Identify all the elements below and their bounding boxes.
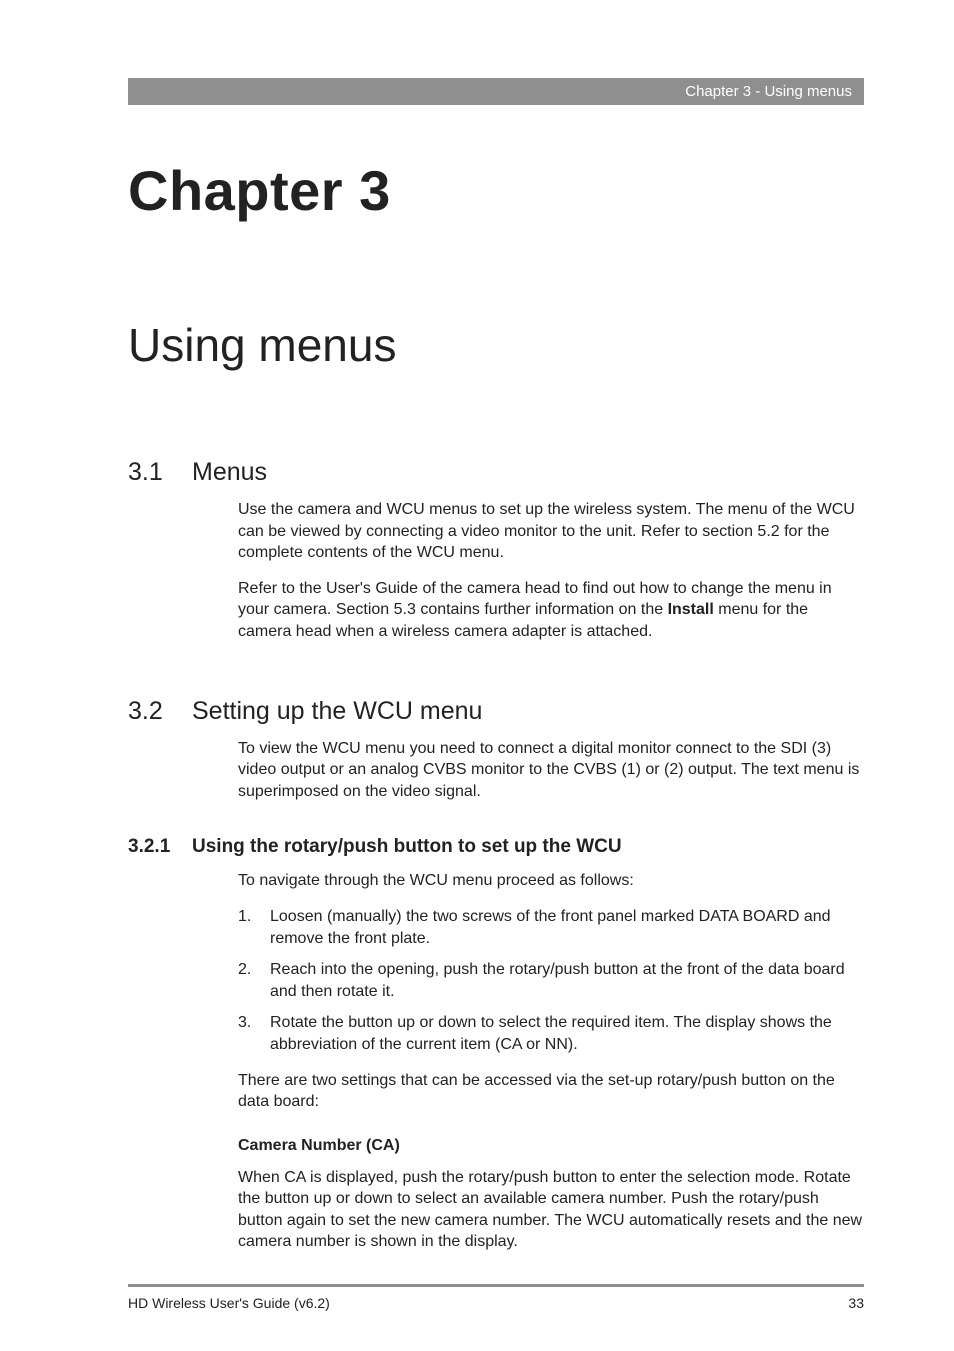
paragraph: To view the WCU menu you need to connect… — [238, 738, 864, 803]
section-number: 3.1 — [128, 458, 192, 487]
section-number: 3.2 — [128, 697, 192, 726]
subsection-body: To navigate through the WCU menu proceed… — [238, 870, 864, 1253]
subsection-heading: 3.2.1 Using the rotary/push button to se… — [128, 836, 864, 858]
bold-text: Install — [668, 601, 714, 618]
chapter-subtitle: Using menus — [128, 318, 396, 372]
list-number: 2. — [238, 959, 270, 1002]
list-text: Loosen (manually) the two screws of the … — [270, 906, 864, 949]
chapter-title: Chapter 3 — [128, 158, 391, 223]
list-text: Reach into the opening, push the rotary/… — [270, 959, 864, 1002]
list-number: 1. — [238, 906, 270, 949]
content: 3.1 Menus Use the camera and WCU menus t… — [128, 458, 864, 1307]
list-text: Rotate the button up or down to select t… — [270, 1012, 864, 1055]
paragraph: When CA is displayed, push the rotary/pu… — [238, 1167, 864, 1253]
footer-rule — [128, 1284, 864, 1287]
section-body: Use the camera and WCU menus to set up t… — [238, 499, 864, 643]
section-title: Menus — [192, 458, 267, 487]
footer-doc-title: HD Wireless User's Guide (v6.2) — [128, 1295, 330, 1311]
list-item: 3. Rotate the button up or down to selec… — [238, 1012, 864, 1055]
paragraph: To navigate through the WCU menu proceed… — [238, 870, 864, 892]
list-number: 3. — [238, 1012, 270, 1055]
paragraph: Refer to the User's Guide of the camera … — [238, 578, 864, 643]
page: Chapter 3 - Using menus Chapter 3 Using … — [0, 0, 954, 1351]
paragraph: Use the camera and WCU menus to set up t… — [238, 499, 864, 564]
paragraph: There are two settings that can be acces… — [238, 1070, 864, 1113]
section-heading: 3.1 Menus — [128, 458, 864, 487]
section-3-1: 3.1 Menus Use the camera and WCU menus t… — [128, 458, 864, 643]
subsection-title: Using the rotary/push button to set up t… — [192, 836, 622, 858]
ordered-list: 1. Loosen (manually) the two screws of t… — [238, 906, 864, 1056]
section-body: To view the WCU menu you need to connect… — [238, 738, 864, 803]
run-in-heading: Camera Number (CA) — [238, 1137, 864, 1155]
header-bar: Chapter 3 - Using menus — [128, 78, 864, 105]
footer-page-number: 33 — [848, 1295, 864, 1311]
subsection-number: 3.2.1 — [128, 836, 192, 858]
section-heading: 3.2 Setting up the WCU menu — [128, 697, 864, 726]
header-text: Chapter 3 - Using menus — [685, 83, 852, 100]
list-item: 1. Loosen (manually) the two screws of t… — [238, 906, 864, 949]
section-3-2: 3.2 Setting up the WCU menu To view the … — [128, 697, 864, 1254]
section-title: Setting up the WCU menu — [192, 697, 482, 726]
list-item: 2. Reach into the opening, push the rota… — [238, 959, 864, 1002]
